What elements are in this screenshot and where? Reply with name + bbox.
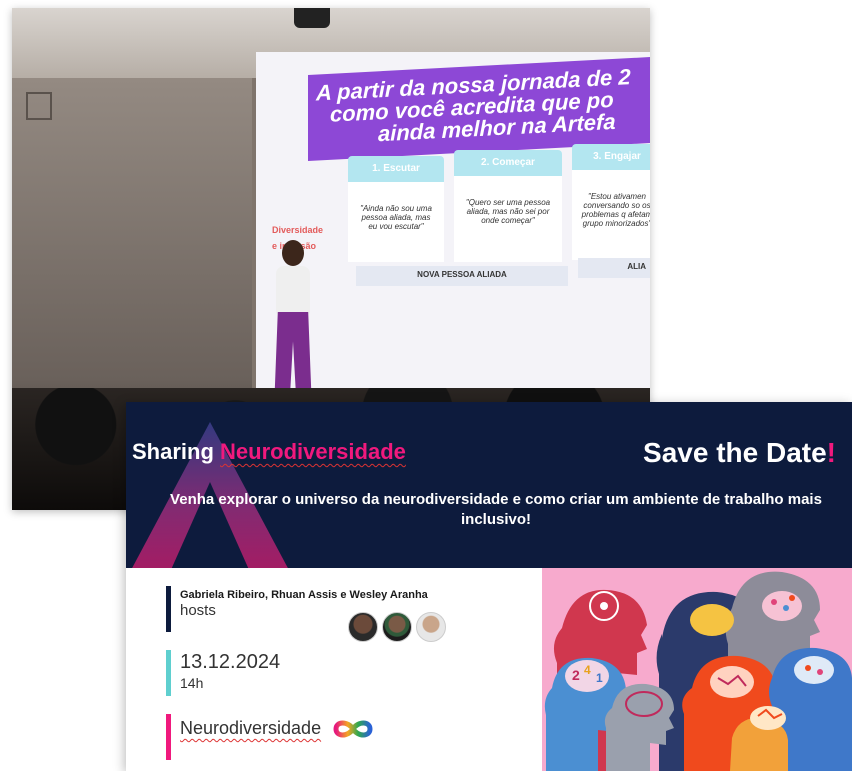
avatar-wesley: [416, 612, 446, 642]
avatar-rhuan: [382, 612, 412, 642]
speaker-top: [276, 266, 310, 314]
ceiling-light: [294, 8, 330, 28]
slide-column-quote-1: "Ainda não sou uma pessoa aliada, mas eu…: [348, 182, 444, 262]
banner-brand: Sharing Neurodiversidade: [132, 438, 406, 466]
banner-tagline: Venha explorar o universo da neurodivers…: [170, 491, 822, 528]
hosts-label: hosts: [180, 602, 216, 619]
slide-column-quote-2: "Quero ser uma pessoa aliada, mas não se…: [454, 176, 562, 262]
date-bar: [166, 650, 171, 696]
wall-vent: [26, 92, 52, 120]
hosts-names: Gabriela Ribeiro, Rhuan Assis e Wesley A…: [180, 589, 428, 601]
topic-bar: [166, 714, 171, 760]
svg-text:2: 2: [572, 667, 580, 683]
slide-strip-left: NOVA PESSOA ALIADA: [356, 266, 568, 286]
slide-label-line-1: Diversidade: [272, 225, 324, 235]
avatar-gabriela: [348, 612, 378, 642]
brand-accent: Neurodiversidade: [220, 439, 406, 464]
event-banner: Sharing Neurodiversidade Save the Date! …: [126, 402, 852, 771]
hosts-bar: [166, 586, 171, 632]
brand-prefix: Sharing: [132, 439, 214, 464]
slide-column-quote-3: "Estou ativamen conversando so os proble…: [572, 170, 650, 260]
event-date: 13.12.2024: [180, 651, 281, 673]
slide-strip-right: ALIA: [578, 258, 650, 278]
svg-text:4: 4: [584, 663, 591, 677]
neurodiversity-illustration: 2 4 1: [542, 568, 852, 771]
save-the-date: Save the Date!: [643, 436, 836, 470]
speaker-head: [282, 240, 304, 266]
banner-header: Sharing Neurodiversidade Save the Date! …: [126, 402, 852, 568]
save-text: Save the Date: [643, 437, 827, 468]
event-time: 14h: [180, 675, 204, 691]
event-info: Gabriela Ribeiro, Rhuan Assis e Wesley A…: [126, 568, 542, 771]
infinity-icon: [333, 720, 373, 738]
speaker: [268, 240, 318, 410]
slide-column-header-3: 3. Engajar: [572, 144, 650, 170]
save-bang: !: [826, 437, 836, 468]
event-topic: Neurodiversidade: [180, 718, 322, 738]
slide-column-header-2: 2. Começar: [454, 150, 562, 176]
svg-text:1: 1: [596, 671, 603, 685]
slide-column-header-1: 1. Escutar: [348, 156, 444, 182]
